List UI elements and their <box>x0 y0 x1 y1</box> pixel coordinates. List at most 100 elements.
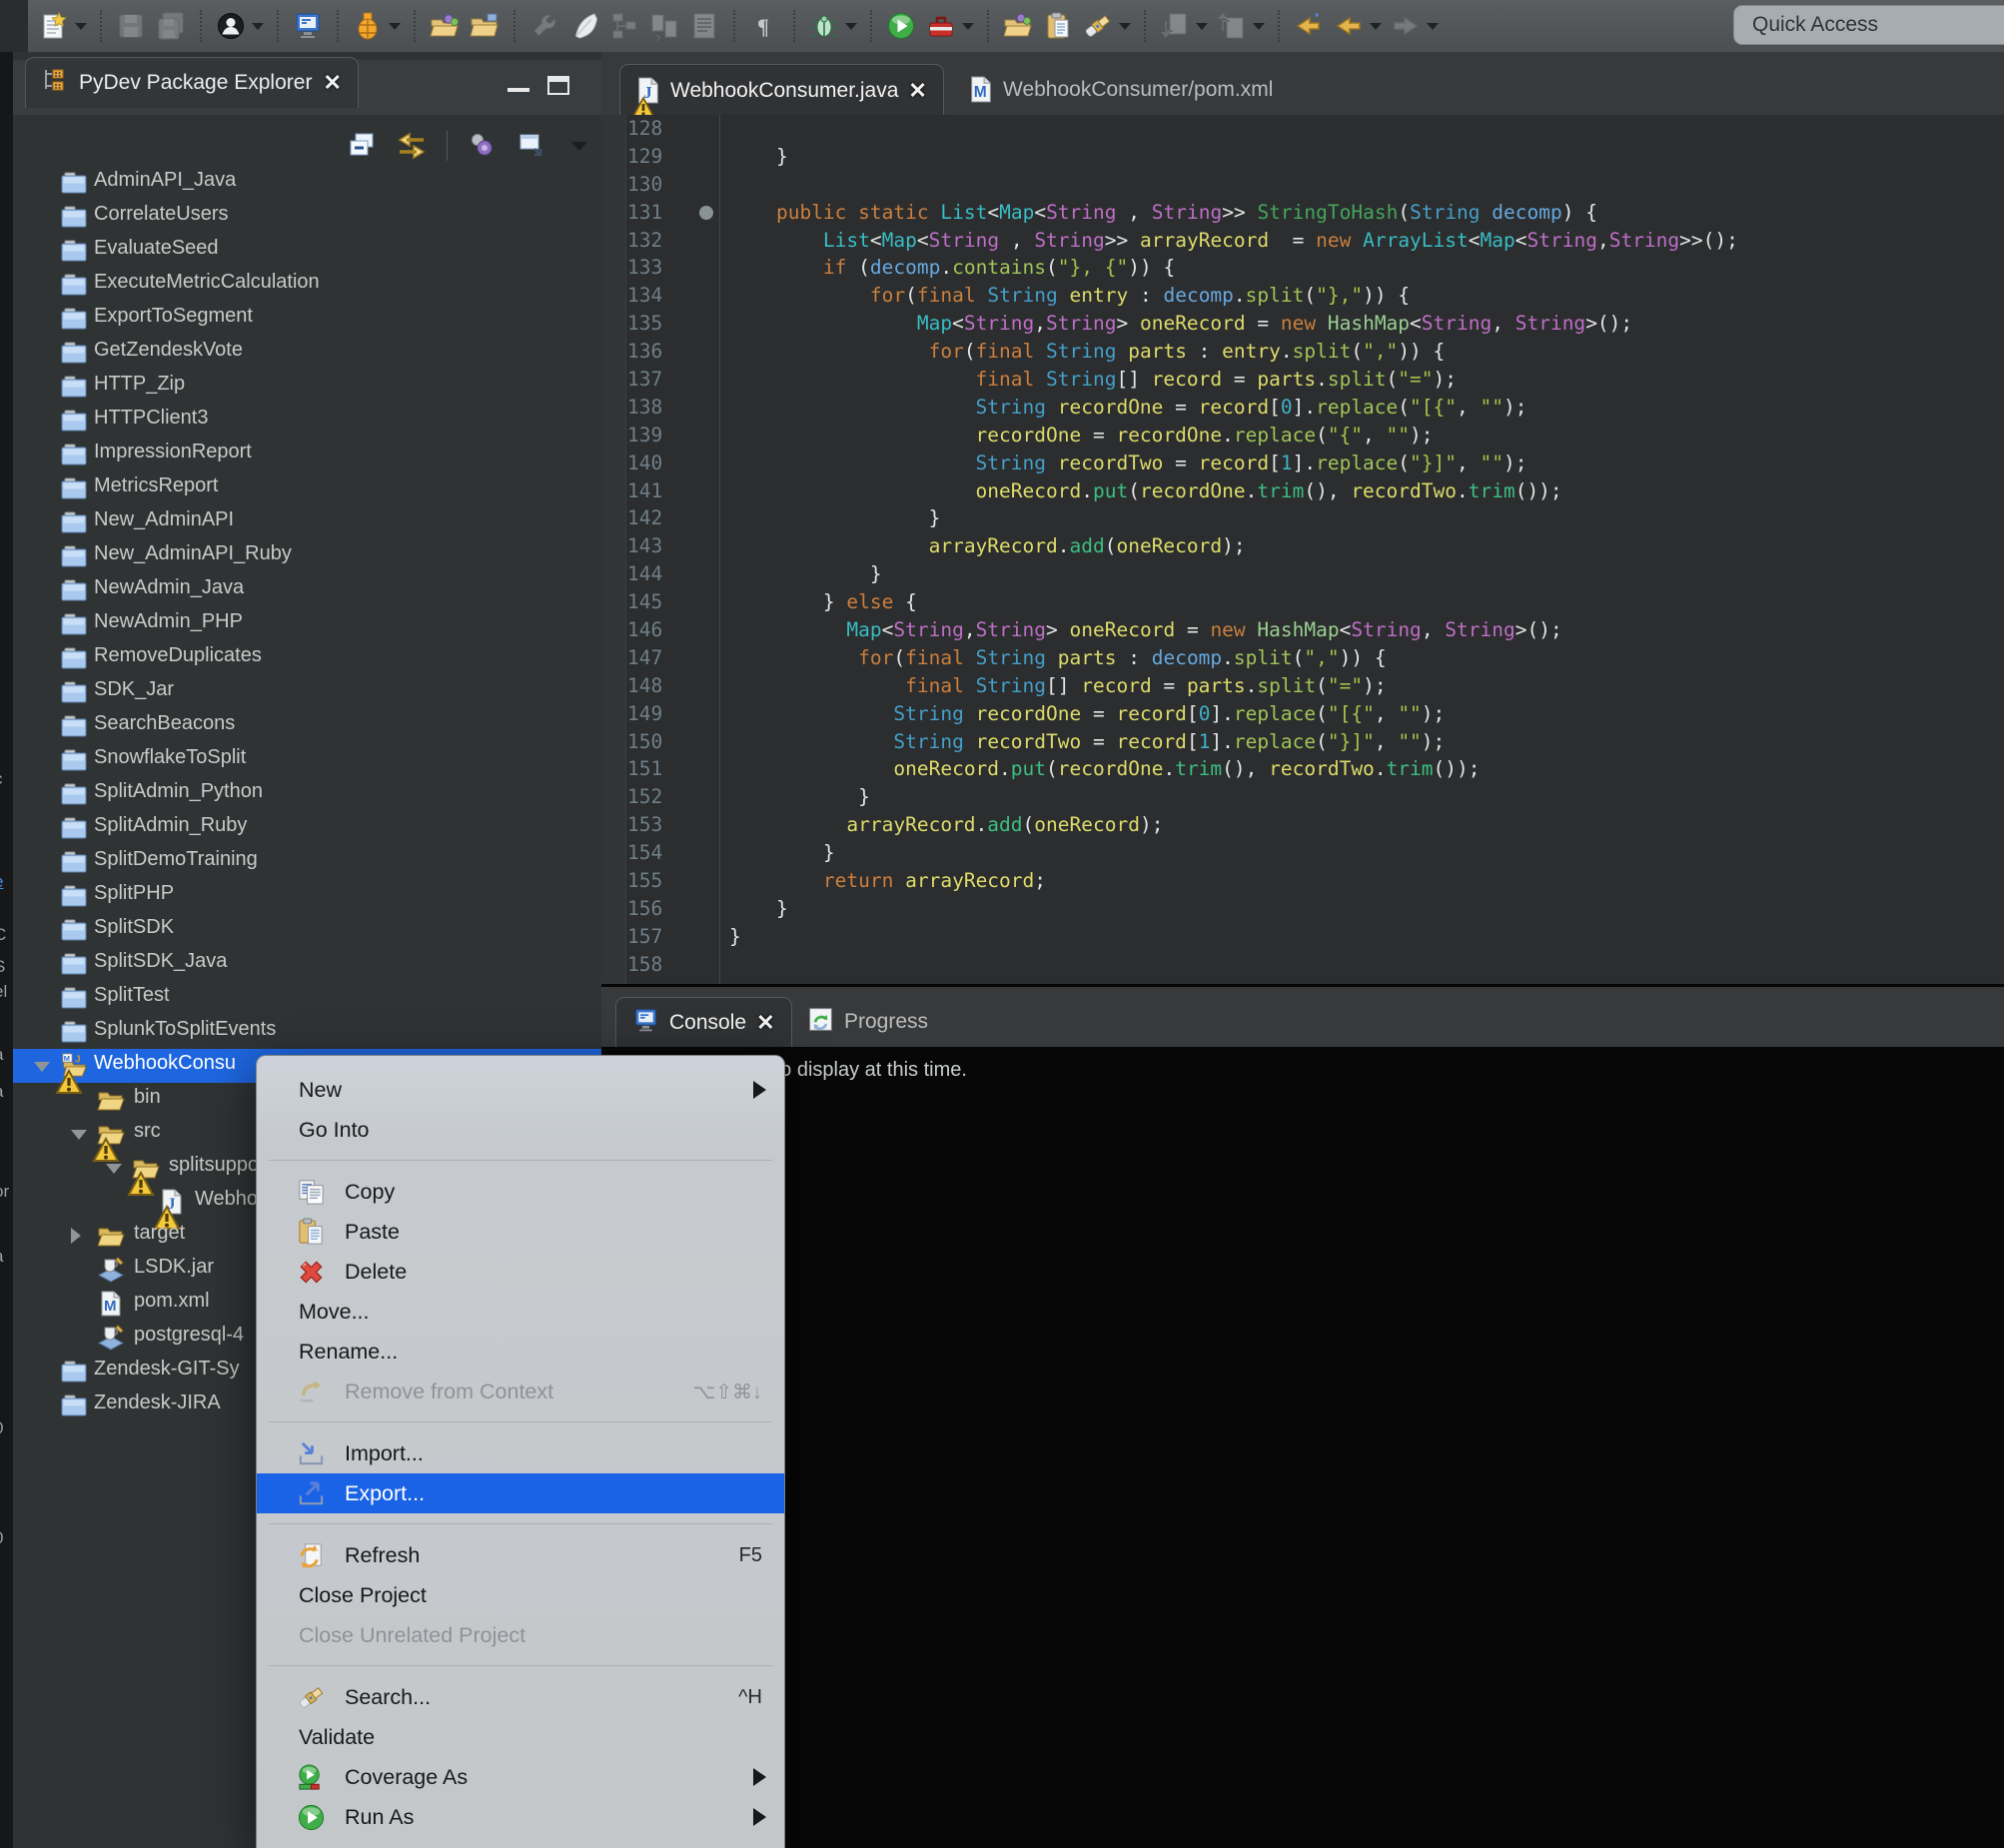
clipboard-icon[interactable] <box>1041 9 1075 43</box>
tree-item-splitsdk-java[interactable]: SplitSDK_Java <box>13 947 601 981</box>
paste-icon <box>297 1217 329 1247</box>
quill-icon[interactable] <box>567 9 601 43</box>
code-editor[interactable]: 128129 }130131 public static List<Map<St… <box>601 115 2004 984</box>
tree-item-newadmin-java[interactable]: NewAdmin_Java <box>13 573 601 607</box>
menu-item-paste[interactable]: Paste <box>257 1212 784 1252</box>
line-number: 140 <box>601 450 719 477</box>
view-menu-icon[interactable] <box>571 142 587 151</box>
menu-item-move[interactable]: Move... <box>257 1292 784 1332</box>
tree-item-http-zip[interactable]: HTTP_Zip <box>13 370 601 404</box>
chevron-down-icon[interactable] <box>106 1164 122 1174</box>
tab-webhookconsumer-pom-xml[interactable]: M WebhookConsumer/pom.xml <box>953 64 1289 115</box>
dropdown-arrow-icon[interactable] <box>1196 23 1208 30</box>
tree-item-metricsreport[interactable]: MetricsReport <box>13 471 601 505</box>
quick-access-field[interactable]: Quick Access <box>1733 5 2004 45</box>
tab-webhookconsumer-java[interactable]: J WebhookConsumer.java ✕ <box>619 64 944 116</box>
dropdown-arrow-icon[interactable] <box>962 23 974 30</box>
tree-item-executemetriccalculation[interactable]: ExecuteMetricCalculation <box>13 268 601 302</box>
code-token: "=" <box>1328 674 1363 697</box>
project-closed-icon <box>60 1359 88 1385</box>
tab-console[interactable]: Console ✕ <box>615 997 792 1048</box>
link-with-editor-icon[interactable] <box>394 128 430 164</box>
close-icon[interactable]: ✕ <box>323 70 341 96</box>
menu-item-copy[interactable]: Copy <box>257 1172 784 1212</box>
debug-toolbox-icon[interactable] <box>924 9 958 43</box>
dropdown-arrow-icon[interactable] <box>1427 23 1439 30</box>
chevron-right-icon[interactable] <box>71 1228 81 1244</box>
tab-pydev-package-explorer[interactable]: PyDev Package Explorer ✕ <box>25 57 359 108</box>
tree-item-newadmin-php[interactable]: NewAdmin_PHP <box>13 607 601 641</box>
flashlight-icon[interactable] <box>1081 9 1115 43</box>
code-token: final <box>976 368 1035 391</box>
tree-item-splitadmin-python[interactable]: SplitAdmin_Python <box>13 777 601 811</box>
dropdown-arrow-icon[interactable] <box>252 23 264 30</box>
menu-item-export[interactable]: Export... <box>257 1473 784 1513</box>
code-token: [] <box>1116 368 1151 391</box>
close-icon[interactable]: ✕ <box>908 78 926 104</box>
menu-item-new[interactable]: New <box>257 1070 784 1110</box>
dropdown-arrow-icon[interactable] <box>845 23 857 30</box>
code-token: >(); <box>1585 312 1632 335</box>
tab-progress[interactable]: Progress <box>791 997 944 1047</box>
user-profile-icon[interactable] <box>214 9 248 43</box>
maximize-view-button[interactable] <box>547 76 569 95</box>
menu-item-validate[interactable]: Validate <box>257 1717 784 1757</box>
tree-item-sdk-jar[interactable]: SDK_Jar <box>13 675 601 709</box>
tree-item-removeduplicates[interactable]: RemoveDuplicates <box>13 641 601 675</box>
menu-item-run-as[interactable]: Run As <box>257 1797 784 1837</box>
back-arrow-icon[interactable] <box>1332 9 1366 43</box>
tree-item-splunktosplitevents[interactable]: SplunkToSplitEvents <box>13 1015 601 1049</box>
tree-item-searchbeacons[interactable]: SearchBeacons <box>13 709 601 743</box>
orange-bug-icon[interactable] <box>351 9 385 43</box>
tree-item-exporttosegment[interactable]: ExportToSegment <box>13 302 601 336</box>
collapse-all-icon[interactable] <box>344 128 380 164</box>
menu-item-close-project[interactable]: Close Project <box>257 1575 784 1615</box>
code-token: , <box>1457 452 1480 474</box>
chevron-down-icon[interactable] <box>34 1062 50 1072</box>
dropdown-arrow-icon[interactable] <box>75 23 87 30</box>
dropdown-arrow-icon[interactable] <box>1253 23 1265 30</box>
menu-item-search[interactable]: Search...^H <box>257 1677 784 1717</box>
menu-item-go-into[interactable]: Go Into <box>257 1110 784 1150</box>
code-token: new <box>1281 312 1316 335</box>
tree-item-splitsdk[interactable]: SplitSDK <box>13 913 601 947</box>
tree-item-httpclient3[interactable]: HTTPClient3 <box>13 404 601 438</box>
chevron-down-icon[interactable] <box>71 1130 87 1140</box>
new-wizard-icon[interactable] <box>37 9 71 43</box>
tree-item-correlateusers[interactable]: CorrelateUsers <box>13 200 601 234</box>
tree-item-splitphp[interactable]: SplitPHP <box>13 879 601 913</box>
tree-item-new-adminapi-ruby[interactable]: New_AdminAPI_Ruby <box>13 539 601 573</box>
console-view-icon[interactable] <box>291 9 325 43</box>
dropdown-arrow-icon[interactable] <box>1370 23 1382 30</box>
tree-item-label: SplitSDK <box>94 916 174 939</box>
beetle-debug-icon[interactable] <box>807 9 841 43</box>
tree-item-getzendeskvote[interactable]: GetZendeskVote <box>13 336 601 370</box>
tree-item-impressionreport[interactable]: ImpressionReport <box>13 438 601 471</box>
folder-objects-icon[interactable] <box>1001 9 1035 43</box>
close-icon[interactable]: ✕ <box>756 1010 774 1036</box>
pilcrow-icon[interactable]: ¶ <box>747 9 781 43</box>
fold-marker-icon[interactable] <box>699 206 713 220</box>
tree-item-splitadmin-ruby[interactable]: SplitAdmin_Ruby <box>13 811 601 845</box>
tree-item-evaluateseed[interactable]: EvaluateSeed <box>13 234 601 268</box>
menu-item-coverage-as[interactable]: Coverage As <box>257 1757 784 1797</box>
code-token <box>1046 396 1058 419</box>
menu-item-delete[interactable]: Delete <box>257 1252 784 1292</box>
filter-packages-icon[interactable] <box>465 128 501 164</box>
tree-item-splitdemotraining[interactable]: SplitDemoTraining <box>13 845 601 879</box>
menu-item-rename[interactable]: Rename... <box>257 1332 784 1372</box>
tree-item-splittest[interactable]: SplitTest <box>13 981 601 1015</box>
customize-view-icon[interactable] <box>514 128 550 164</box>
open-run-config-folder-icon[interactable] <box>428 9 462 43</box>
tree-item-snowflaketosplit[interactable]: SnowflakeToSplit <box>13 743 601 777</box>
minimize-view-button[interactable] <box>507 76 529 92</box>
run-icon[interactable] <box>884 9 918 43</box>
menu-item-refresh[interactable]: RefreshF5 <box>257 1535 784 1575</box>
tree-item-new-adminapi[interactable]: New_AdminAPI <box>13 505 601 539</box>
menu-item-import[interactable]: Import... <box>257 1433 784 1473</box>
tree-item-adminapi-java[interactable]: AdminAPI_Java <box>13 166 601 200</box>
dropdown-arrow-icon[interactable] <box>1119 23 1131 30</box>
dropdown-arrow-icon[interactable] <box>389 23 401 30</box>
open-folder-icon[interactable] <box>468 9 501 43</box>
back-history-icon[interactable] <box>1292 9 1326 43</box>
